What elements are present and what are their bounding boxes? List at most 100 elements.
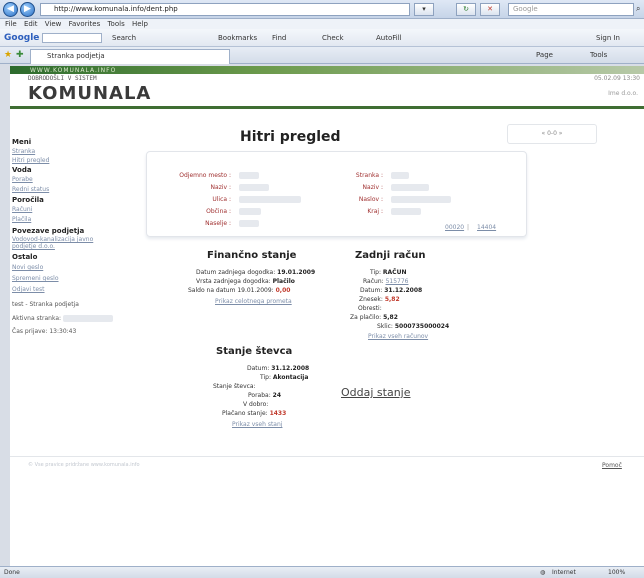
value-odjemno-mesto bbox=[239, 172, 259, 179]
header-strip: WWW.KOMUNALA.INFO bbox=[10, 66, 644, 74]
racun-znesek-value: 5,82 bbox=[384, 296, 400, 303]
dropdown-icon[interactable]: ▾ bbox=[414, 3, 434, 16]
menu-file[interactable]: File bbox=[5, 20, 17, 28]
value-ulica bbox=[239, 196, 301, 203]
forward-arrow-icon[interactable]: ▶ bbox=[20, 2, 35, 17]
search-icon[interactable]: ⌕ bbox=[636, 4, 640, 14]
url-input[interactable]: http://www.komunala.info/dent.php bbox=[40, 3, 410, 16]
back-arrow-icon[interactable]: ◀ bbox=[3, 2, 18, 17]
stop-icon[interactable]: ✕ bbox=[480, 3, 500, 16]
financno-vrsta: Vrsta zadnjega dogodka: Plačilo bbox=[196, 278, 295, 285]
value-obcina bbox=[239, 208, 261, 215]
company-name: Ime d.o.o. bbox=[608, 90, 638, 97]
label-naslov: Naslov : bbox=[358, 196, 383, 203]
sidebar-item-spremeni-geslo[interactable]: Spremeni geslo bbox=[12, 275, 59, 282]
code-link-2[interactable]: 14404 bbox=[477, 224, 496, 231]
sidebar-heading-voda: Voda bbox=[12, 166, 32, 174]
value-naslov bbox=[391, 196, 451, 203]
financno-saldo: Saldo na datum 19.01.2009: 0,00 bbox=[188, 287, 290, 294]
sidebar-item-vodovod-2[interactable]: podjetje d.o.o. bbox=[12, 243, 55, 250]
web-page: WWW.KOMUNALA.INFO 05.02.09 13:30 DOBRODO… bbox=[10, 66, 644, 566]
tab-bar: ★ ✚ Stranka podjetja Page Tools bbox=[0, 47, 644, 64]
sidebar-item-porabe[interactable]: Porabe bbox=[12, 176, 33, 183]
sidebar-heading-povezave: Povezave podjetja bbox=[12, 227, 85, 235]
sidebar-item-racuni[interactable]: Računi bbox=[12, 206, 32, 213]
find-button[interactable]: Find bbox=[272, 29, 286, 47]
section-zadnji-racun: Zadnji račun bbox=[355, 250, 426, 261]
racun-obresti-label: Obresti: bbox=[358, 305, 382, 312]
financno-vrsta-value: Plačilo bbox=[272, 278, 295, 285]
racun-tip: Tip: RAČUN bbox=[370, 269, 406, 276]
globe-icon: ◍ bbox=[540, 569, 546, 576]
sidebar-item-odjavi[interactable]: Odjavi test bbox=[12, 286, 45, 293]
check-button[interactable]: Check bbox=[322, 29, 344, 47]
sidebar-item-placila[interactable]: Plačila bbox=[12, 216, 31, 223]
active-client-text: Aktivna stranka: bbox=[12, 315, 62, 322]
sidebar-item-novi-geslo[interactable]: Novi geslo bbox=[12, 264, 43, 271]
google-search-input[interactable] bbox=[42, 33, 102, 43]
autofill-button[interactable]: AutoFill bbox=[376, 29, 402, 47]
racun-tip-value: RAČUN bbox=[382, 269, 407, 276]
page-menu[interactable]: Page bbox=[536, 47, 553, 64]
menu-tools[interactable]: Tools bbox=[107, 20, 124, 28]
prikaz-prometa-link[interactable]: Prikaz celotnega prometa bbox=[215, 298, 292, 305]
stevec-tip-value: Akontacija bbox=[272, 374, 309, 381]
racun-znesek-label: Znesek: bbox=[359, 296, 383, 303]
stevec-tip: Tip: Akontacija bbox=[260, 374, 308, 381]
label-naziv: Naziv : bbox=[210, 184, 231, 191]
sidebar-user-line: test - Stranka podjetja bbox=[12, 301, 79, 308]
financno-saldo-label: Saldo na datum 19.01.2009: bbox=[188, 287, 274, 294]
racun-datum-value: 31.12.2008 bbox=[384, 287, 423, 294]
google-search-button[interactable]: Search bbox=[112, 29, 136, 47]
tools-menu[interactable]: Tools bbox=[590, 47, 607, 64]
stevec-tip-label: Tip: bbox=[260, 374, 271, 381]
value-naziv bbox=[239, 184, 269, 191]
sidebar-heading-porocila: Poročila bbox=[12, 196, 44, 204]
sidebar-item-vodovod[interactable]: Vodovod-kanalizacija javno bbox=[12, 236, 93, 243]
code-link-1[interactable]: 00020 bbox=[445, 224, 464, 231]
tab-stranka-podjetja[interactable]: Stranka podjetja bbox=[30, 49, 230, 64]
status-text: Done bbox=[4, 569, 20, 576]
welcome-text: DOBRODOŠLI V SISTEM bbox=[28, 75, 97, 82]
financno-datum-value: 19.01.2009 bbox=[277, 269, 316, 276]
racun-stevilka-link[interactable]: 515776 bbox=[386, 278, 409, 285]
pager[interactable]: « 0-0 » bbox=[507, 124, 597, 144]
footer-divider bbox=[10, 456, 644, 457]
menu-edit[interactable]: Edit bbox=[24, 20, 38, 28]
date-time: 05.02.09 13:30 bbox=[594, 75, 640, 82]
stevec-datum: Datum: 31.12.2008 bbox=[247, 365, 309, 372]
page-title: Hitri pregled bbox=[240, 129, 341, 145]
oddaj-stanje-link[interactable]: Oddaj stanje bbox=[341, 386, 411, 399]
value-kraj bbox=[391, 208, 421, 215]
sidebar-item-hitri-pregled[interactable]: Hitri pregled bbox=[12, 157, 49, 164]
prikaz-stanj-link[interactable]: Prikaz vseh stanj bbox=[232, 421, 282, 428]
menu-view[interactable]: View bbox=[45, 20, 62, 28]
stevec-vdobro-label: V dobro: bbox=[243, 401, 269, 408]
footer-copyright: © Vse pravice pridržane www.komunala.inf… bbox=[28, 462, 140, 468]
add-favorite-icon[interactable]: ✚ bbox=[16, 47, 24, 64]
racun-za-placilo-value: 5,82 bbox=[383, 314, 398, 321]
racun-datum-label: Datum: bbox=[360, 287, 383, 294]
google-logo: Google bbox=[4, 33, 40, 43]
info-box: Odjemno mesto : Naziv : Ulica : Občina :… bbox=[146, 151, 527, 237]
racun-stevilka-label: Račun: bbox=[363, 278, 384, 285]
bookmarks-button[interactable]: Bookmarks bbox=[218, 29, 257, 47]
sidebar-login-time: Čas prijave: 13:30:43 bbox=[12, 328, 77, 335]
prikaz-racunov-link[interactable]: Prikaz vseh računov bbox=[368, 333, 428, 340]
status-zone: Internet bbox=[552, 569, 576, 576]
sidebar-item-redni-status[interactable]: Redni status bbox=[12, 186, 49, 193]
menu-favorites[interactable]: Favorites bbox=[69, 20, 101, 28]
stevec-poraba-value: 24 bbox=[272, 392, 282, 399]
zoom-level[interactable]: 100% bbox=[608, 567, 625, 578]
financno-datum-label: Datum zadnjega dogodka: bbox=[196, 269, 276, 276]
racun-tip-label: Tip: bbox=[370, 269, 381, 276]
stevec-poraba-label: Poraba: bbox=[248, 392, 271, 399]
section-stanje-stevca: Stanje števca bbox=[216, 346, 293, 357]
footer-help-link[interactable]: Pomoč bbox=[602, 462, 622, 469]
menu-help[interactable]: Help bbox=[132, 20, 148, 28]
refresh-icon[interactable]: ↻ bbox=[456, 3, 476, 16]
favorites-star-icon[interactable]: ★ bbox=[4, 47, 12, 64]
sidebar-item-stranka[interactable]: Stranka bbox=[12, 148, 35, 155]
sign-in-button[interactable]: Sign In bbox=[596, 29, 620, 47]
browser-search-input[interactable]: Google bbox=[508, 3, 634, 16]
